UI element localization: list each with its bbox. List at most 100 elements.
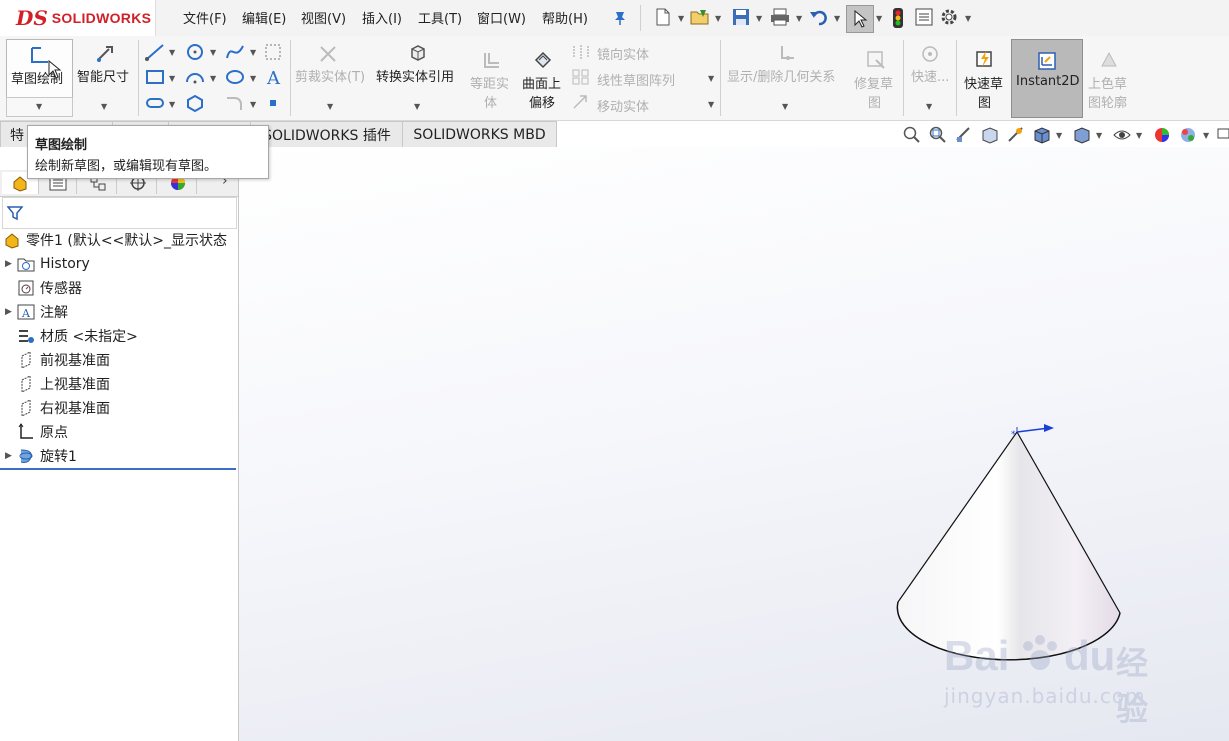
zoom-to-fit-icon[interactable] [902, 125, 922, 145]
tab-solidworks-addins[interactable]: SOLIDWORKS 插件 [250, 121, 404, 148]
slot-tool-icon[interactable] [145, 94, 165, 112]
linear-pattern-dropdown-icon[interactable]: ▼ [708, 74, 714, 83]
menu-view[interactable]: 视图(V) [301, 8, 346, 27]
rapid-sketch-label-2[interactable]: 图 [978, 92, 991, 111]
tree-item-1[interactable]: ▶ 旋转1 [0, 445, 238, 467]
hide-show-items-icon[interactable] [1112, 125, 1132, 145]
graphics-viewport[interactable]: * Bai du 经验 jingyan.baidu.com [239, 147, 1229, 741]
menu-file[interactable]: 文件(F) [183, 8, 227, 27]
spline-tool-icon[interactable] [225, 42, 245, 62]
spline-dropdown-icon[interactable]: ▼ [250, 48, 256, 57]
dynamic-annotation-icon[interactable] [1006, 125, 1026, 145]
quick-snaps-dropdown-icon[interactable]: ▼ [926, 102, 932, 111]
options-gear-icon[interactable] [940, 8, 958, 26]
rollback-bar[interactable] [0, 468, 236, 470]
apply-scene-dropdown-icon[interactable]: ▼ [1203, 131, 1209, 140]
new-dropdown-icon[interactable]: ▼ [678, 14, 684, 23]
circle-tool-icon[interactable] [185, 42, 205, 62]
menu-insert[interactable]: 插入(I) [362, 8, 402, 27]
view-orientation-dropdown-icon[interactable]: ▼ [1056, 131, 1062, 140]
expand-arrow-icon[interactable]: ▶ [5, 259, 17, 269]
line-tool-icon[interactable] [145, 43, 165, 61]
sketch-dropdown[interactable]: ▼ [6, 97, 73, 117]
line-dropdown-icon[interactable]: ▼ [169, 48, 175, 57]
offset-on-surface-label-2[interactable]: 偏移 [529, 92, 555, 111]
new-document-icon[interactable] [656, 8, 670, 26]
solidworks-logo[interactable]: DS SOLIDWORKS [0, 0, 156, 36]
slot-dropdown-icon[interactable]: ▼ [169, 100, 175, 109]
view-orientation-icon[interactable] [1032, 125, 1052, 145]
move-dropdown-icon[interactable]: ▼ [708, 100, 714, 109]
print-dropdown-icon[interactable]: ▼ [796, 14, 802, 23]
tree-root-part[interactable]: 零件1 (默认<<默认>_显示状态 [0, 229, 238, 251]
linear-pattern-label[interactable]: 线性草图阵列 [597, 70, 675, 89]
display-style-dropdown-icon[interactable]: ▼ [1096, 131, 1102, 140]
convert-entities-icon[interactable] [408, 43, 428, 63]
repair-sketch-label-1[interactable]: 修复草 [854, 73, 893, 92]
display-relations-icon[interactable] [776, 44, 796, 64]
print-icon[interactable] [770, 8, 790, 26]
tree-item-item3[interactable]: ▶ A 注解 [0, 301, 238, 323]
smart-dimension-dropdown-icon[interactable]: ▼ [101, 102, 107, 111]
tab-solidworks-mbd[interactable]: SOLIDWORKS MBD [402, 121, 557, 148]
quick-snaps-label[interactable]: 快速... [911, 66, 949, 85]
view-settings-icon[interactable] [1217, 125, 1229, 145]
shaded-contours-label-2[interactable]: 图轮廓 [1088, 92, 1127, 111]
convert-entities-label[interactable]: 转换实体引用 [376, 66, 454, 85]
tree-item-item5[interactable]: 前视基准面 [0, 349, 238, 371]
open-dropdown-icon[interactable]: ▼ [715, 14, 721, 23]
move-entities-icon[interactable] [572, 94, 590, 110]
previous-view-icon[interactable] [954, 125, 974, 145]
mirror-entities-icon[interactable] [572, 44, 590, 60]
sketch-button[interactable]: 草图绘制 [6, 39, 73, 98]
relations-dropdown-icon[interactable]: ▼ [782, 102, 788, 111]
quick-snaps-icon[interactable] [920, 44, 940, 64]
arc-tool-icon[interactable] [185, 68, 205, 86]
shaded-contours-label-1[interactable]: 上色草 [1088, 73, 1127, 92]
repair-sketch-icon[interactable] [866, 50, 886, 70]
convert-dropdown-icon[interactable]: ▼ [414, 102, 420, 111]
trim-dropdown-icon[interactable]: ▼ [327, 102, 333, 111]
section-view-icon[interactable] [980, 125, 1000, 145]
move-entities-label[interactable]: 移动实体 [597, 96, 649, 115]
save-icon[interactable] [732, 8, 750, 26]
tree-item-item6[interactable]: 上视基准面 [0, 373, 238, 395]
save-dropdown-icon[interactable]: ▼ [756, 14, 762, 23]
polygon-tool-icon[interactable] [185, 94, 205, 112]
fillet-dropdown-icon[interactable]: ▼ [250, 100, 256, 109]
rebuild-traffic-light-icon[interactable] [892, 7, 904, 29]
circle-dropdown-icon[interactable]: ▼ [210, 48, 216, 57]
feature-tree-filter[interactable] [2, 197, 237, 229]
tree-item-item8[interactable]: 原点 [0, 421, 238, 443]
select-button[interactable] [846, 5, 874, 33]
tree-item-item4[interactable]: 材质 <未指定> [0, 325, 238, 347]
menu-window[interactable]: 窗口(W) [477, 8, 526, 27]
rapid-sketch-icon[interactable] [975, 50, 995, 70]
smart-dimension-icon[interactable] [95, 44, 115, 64]
fillet-tool-icon[interactable] [225, 94, 245, 112]
open-folder-icon[interactable] [690, 8, 710, 26]
undo-dropdown-icon[interactable]: ▼ [834, 14, 840, 23]
tree-item-item7[interactable]: 右视基准面 [0, 397, 238, 419]
trim-entities-label[interactable]: 剪裁实体(T) [295, 66, 365, 85]
point-tool-icon[interactable] [268, 98, 278, 108]
tree-item-item2[interactable]: 传感器 [0, 277, 238, 299]
linear-pattern-icon[interactable] [572, 69, 590, 85]
offset-entities-label-1[interactable]: 等距实 [470, 73, 509, 92]
offset-entities-icon[interactable] [481, 51, 501, 71]
apply-scene-icon[interactable] [1178, 125, 1198, 145]
menu-edit[interactable]: 编辑(E) [242, 8, 286, 27]
trim-entities-icon[interactable] [318, 44, 338, 64]
offset-on-surface-label-1[interactable]: 曲面上 [522, 73, 561, 92]
display-style-icon[interactable] [1072, 125, 1092, 145]
shaded-sketch-contours-icon[interactable] [1099, 50, 1119, 70]
select-dropdown-icon[interactable]: ▼ [876, 14, 882, 23]
rectangle-dropdown-icon[interactable]: ▼ [169, 74, 175, 83]
menu-help[interactable]: 帮助(H) [542, 8, 588, 27]
offset-on-surface-icon[interactable] [533, 50, 553, 70]
edit-appearance-icon[interactable] [1152, 125, 1172, 145]
hide-show-dropdown-icon[interactable]: ▼ [1136, 131, 1142, 140]
rectangle-tool-icon[interactable] [145, 68, 165, 86]
zoom-to-area-icon[interactable] [928, 125, 948, 145]
menu-tools[interactable]: 工具(T) [418, 8, 462, 27]
